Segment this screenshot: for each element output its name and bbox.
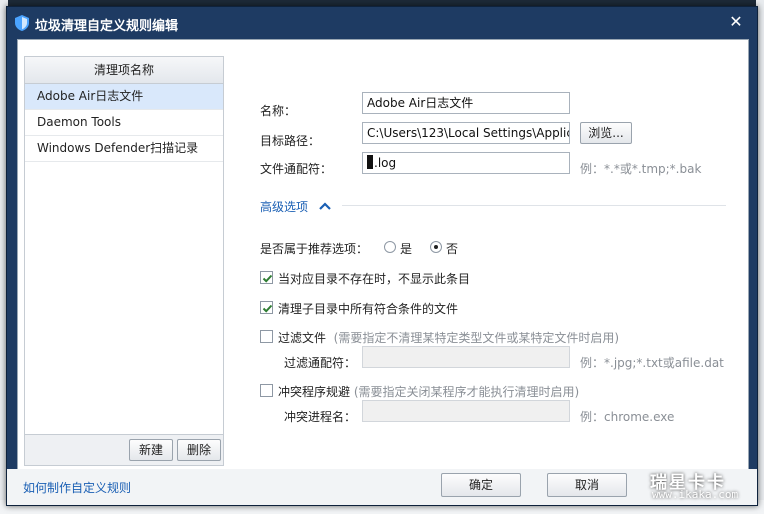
pattern-input[interactable]: .log [362, 152, 570, 174]
delete-button[interactable]: 删除 [177, 439, 221, 461]
checkmark-icon [262, 304, 273, 313]
rule-editor-dialog: 垃圾清理自定义规则编辑 ✕ 清理项名称 Adobe Air日志文件 Daemon… [6, 6, 758, 506]
radio-selected-dot [434, 245, 438, 249]
close-icon[interactable]: ✕ [725, 11, 747, 33]
checkmark-icon [262, 274, 273, 283]
conflict-avoid-checkbox[interactable] [260, 384, 273, 397]
recommend-yes-radio[interactable] [384, 241, 396, 253]
help-link[interactable]: 如何制作自定义规则 [23, 479, 131, 496]
name-input[interactable]: Adobe Air日志文件 [362, 92, 570, 114]
dialog-title: 垃圾清理自定义规则编辑 [35, 19, 179, 34]
new-button[interactable]: 新建 [129, 439, 173, 461]
advanced-divider [342, 205, 726, 206]
path-label: 目标路径： [260, 134, 321, 148]
filter-pattern-label: 过滤通配符： [284, 356, 357, 370]
recommend-label: 是否属于推荐选项： [260, 242, 369, 256]
filter-files-label[interactable]: 过滤文件 (需要指定不清理某特定类型文件或某特定文件时启用) [278, 329, 619, 346]
clean-subdirs-checkbox[interactable] [260, 301, 273, 314]
dialog-body: 清理项名称 Adobe Air日志文件 Daemon Tools Windows… [17, 39, 749, 471]
pattern-label: 文件通配符： [260, 162, 333, 176]
text-cursor [367, 155, 373, 169]
pattern-hint: 例：*.*或*.tmp;*.bak [580, 162, 702, 176]
list-footer: 新建 删除 [25, 434, 223, 465]
list-item[interactable]: Adobe Air日志文件 [25, 84, 223, 110]
conflict-avoid-text: 冲突程序规避 [278, 385, 351, 399]
conflict-avoid-note: (需要指定关闭某程序才能执行清理时启用) [353, 385, 580, 399]
browse-button[interactable]: 浏览... [580, 122, 632, 144]
conflict-avoid-label[interactable]: 冲突程序规避 (需要指定关闭某程序才能执行清理时启用) [278, 383, 579, 400]
ok-button[interactable]: 确定 [441, 473, 521, 497]
list-item[interactable]: Daemon Tools [25, 110, 223, 136]
conflict-process-hint: 例：chrome.exe [580, 410, 675, 424]
recommend-yes-label[interactable]: 是 [400, 240, 412, 257]
recommend-no-label[interactable]: 否 [446, 240, 458, 257]
cancel-button[interactable]: 取消 [547, 473, 627, 497]
titlebar[interactable]: 垃圾清理自定义规则编辑 ✕ [7, 7, 757, 39]
conflict-process-label: 冲突进程名： [284, 410, 357, 424]
watermark-url: www.ikaka.com [652, 488, 739, 501]
list-header: 清理项名称 [25, 57, 223, 84]
filter-files-note: (需要指定不清理某特定类型文件或某特定文件时启用) [333, 331, 620, 345]
filter-files-checkbox[interactable] [260, 330, 273, 343]
list-item[interactable]: Windows Defender扫描记录 [25, 136, 223, 162]
advanced-options-toggle[interactable]: 高级选项 [260, 198, 308, 215]
shield-icon [15, 15, 29, 31]
filter-pattern-input[interactable] [362, 346, 570, 368]
filter-files-text: 过滤文件 [278, 331, 327, 345]
recommend-no-radio[interactable] [430, 241, 442, 253]
name-label: 名称： [260, 104, 297, 118]
hide-if-missing-checkbox[interactable] [260, 271, 273, 284]
rule-form: 名称： Adobe Air日志文件 目标路径： C:\Users\123\Loc… [228, 40, 748, 470]
clean-subdirs-label[interactable]: 清理子目录中所有符合条件的文件 [278, 300, 458, 317]
chevron-up-icon[interactable] [318, 201, 332, 211]
cleanup-item-list: 清理项名称 Adobe Air日志文件 Daemon Tools Windows… [24, 56, 224, 466]
filter-pattern-hint: 例：*.jpg;*.txt或afile.dat [580, 356, 724, 370]
conflict-process-input[interactable] [362, 400, 570, 422]
path-input[interactable]: C:\Users\123\Local Settings\Applic [362, 122, 570, 144]
hide-if-missing-label[interactable]: 当对应目录不存在时，不显示此条目 [278, 270, 470, 287]
pattern-value: .log [374, 156, 397, 170]
watermark-logo: 瑞星卡卡 www.ikaka.com [628, 462, 750, 504]
